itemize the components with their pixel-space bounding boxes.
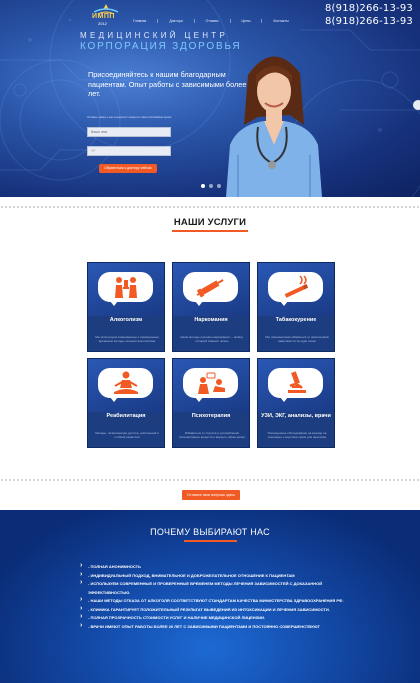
nav-item-doctors[interactable]: Доктора <box>157 19 193 23</box>
syringe-icon <box>196 279 224 298</box>
service-name: УЗИ, ЭКГ, анализы, врачи <box>261 413 331 419</box>
service-card-psychotherapy[interactable]: Психотерапия Избавиться от стресса и упо… <box>172 358 250 448</box>
service-name: Наркомания <box>194 317 228 323</box>
logo-text: ИМПП <box>92 13 115 20</box>
service-description: Мы поможем вам избавиться от никотиновой… <box>265 335 329 343</box>
list-item: - ПОЛНАЯ ПРОЗРАЧНОСТЬ СТОИМОСТИ УСЛУГ И … <box>80 613 350 623</box>
service-description: Полноценное обследование на выезде на кл… <box>267 431 327 439</box>
list-item: - ВРАЧИ ИМЕЮТ ОПЫТ РАБОТЫ БОЛЕЕ 20 ЛЕТ С… <box>80 622 350 632</box>
name-input[interactable] <box>87 127 171 137</box>
slider-dot[interactable] <box>217 184 221 188</box>
nav-item-prices[interactable]: Цены <box>229 19 262 23</box>
main-nav: Главная Доктора Отзывы Цены Контакты <box>122 19 300 23</box>
nurse-image <box>226 56 322 197</box>
list-item: - КЛИНИКА ГАРАНТИРУЕТ ПОЛОЖИТЕЛЬНЫЙ РЕЗУ… <box>80 605 350 615</box>
nav-item-home[interactable]: Главная <box>122 19 157 23</box>
service-card-diagnostics[interactable]: УЗИ, ЭКГ, анализы, врачи Полноценное обс… <box>257 358 335 448</box>
why-us-section: ПОЧЕМУ ВЫБИРАЮТ НАС - ПОЛНАЯ АНОНИМНОСТЬ… <box>0 510 420 683</box>
service-description: Методы, позволяющие достичь длительной и… <box>95 431 159 439</box>
list-item: - ПОЛНАЯ АНОНИМНОСТЬ <box>80 562 350 572</box>
list-item: - НАШИ МЕТОДЫ ОТКАЗА ОТ АЛКОГОЛЯ СООТВЕТ… <box>80 596 350 606</box>
why-title: ПОЧЕМУ ВЫБИРАЮТ НАС <box>150 527 270 537</box>
ask-question-button[interactable]: Оставьте свои вопросы здесь <box>182 490 240 500</box>
side-scroll-button[interactable] <box>413 100 420 110</box>
drinking-people-icon <box>115 277 137 298</box>
service-card-smoking[interactable]: Табакокурение Мы поможем вам избавиться … <box>257 262 335 352</box>
phone-number-primary[interactable]: 8(918)266-13-93 <box>325 3 413 14</box>
nav-item-reviews[interactable]: Отзывы <box>193 19 230 23</box>
nav-item-contacts[interactable]: Контакты <box>261 19 299 23</box>
service-name: Психотерапия <box>191 413 231 419</box>
service-card-rehabilitation[interactable]: Реабилитация Методы, позволяющие достичь… <box>87 358 165 448</box>
list-item: - ИНДИВИДУАЛЬНЫЙ ПОДХОД, ВНИМАТЕЛЬНОЕ И … <box>80 571 350 581</box>
section-divider <box>0 478 420 482</box>
brand-line-1: МЕДИЦИНСКИЙ ЦЕНТР <box>80 31 229 40</box>
therapy-session-icon <box>198 372 225 394</box>
service-description: Мы используем современные и проверенные … <box>95 335 159 343</box>
phone-input[interactable] <box>87 146 171 156</box>
service-name: Табакокурение <box>275 317 317 323</box>
service-card-drug-addiction[interactable]: Наркомания Наши методы лечения наркомани… <box>172 262 250 352</box>
service-name: Реабилитация <box>106 413 146 419</box>
slider-dot[interactable] <box>209 184 213 188</box>
title-underline <box>184 540 237 542</box>
why-list: - ПОЛНАЯ АНОНИМНОСТЬ - ИНДИВИДУАЛЬНЫЙ ПО… <box>80 562 350 632</box>
service-name: Алкоголизм <box>109 317 143 323</box>
cigarette-icon <box>284 275 309 298</box>
services-title: НАШИ УСЛУГИ <box>173 217 247 228</box>
service-description: Избавиться от стресса и употребления пси… <box>179 431 245 439</box>
microscope-icon <box>288 371 306 393</box>
list-item: - ИСПОЛЬЗУЕМ СОВРЕМЕННЫЕ И ПРОВЕРЕННЫЕ В… <box>80 579 350 597</box>
service-card-alcoholism[interactable]: Алкоголизм Мы используем современные и п… <box>87 262 165 352</box>
slider-dot[interactable] <box>201 184 205 188</box>
logo-subtext: 2012 <box>98 21 107 26</box>
contact-doctor-button[interactable]: Обратиться к доктору сейчас <box>99 164 157 173</box>
phone-number-secondary[interactable]: 8(918)266-13-93 <box>325 16 413 27</box>
section-divider <box>0 205 420 209</box>
hero-section: ИМПП 2012 Главная Доктора Отзывы Цены Ко… <box>0 0 420 197</box>
title-underline <box>172 230 248 232</box>
form-note: Оставьте заявку и наш специалист свяжетс… <box>87 116 172 119</box>
service-description: Наши методы лечения наркомании — выбор, … <box>180 335 244 343</box>
slider-dots <box>201 184 221 188</box>
meditation-icon <box>114 371 138 394</box>
